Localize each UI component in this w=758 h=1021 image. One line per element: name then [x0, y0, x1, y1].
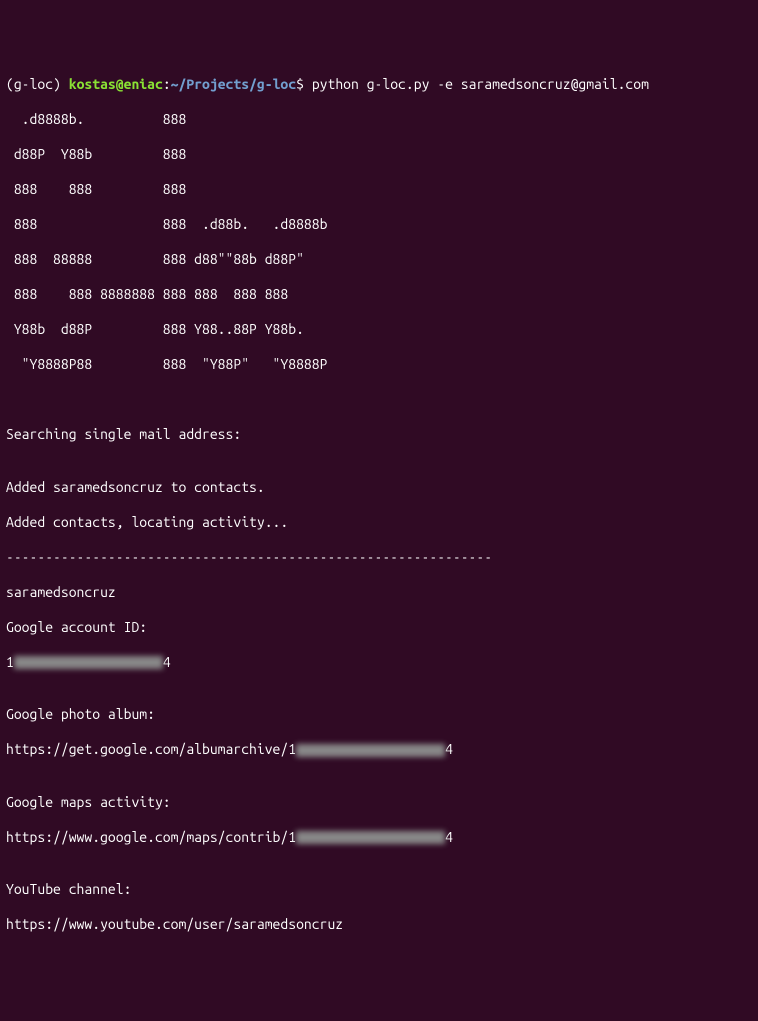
maps-url: https://www.google.com/maps/contrib/1XXX… [6, 829, 752, 847]
redacted-block: XXXXXXXXXXXXXXXXXXX [296, 744, 445, 757]
ascii-art-line: .d8888b. 888 [6, 111, 752, 129]
ascii-art-line: 888 888 8888888 888 888 888 888 [6, 286, 752, 304]
maps-url-prefix: https://www.google.com/maps/contrib/1 [6, 829, 296, 845]
searching-text: Searching single mail address: [6, 426, 752, 444]
photo-label: Google photo album: [6, 706, 752, 724]
prompt-userhost: kostas@eniac [69, 76, 163, 92]
prompt-colon: : [163, 76, 171, 92]
divider-line: ----------------------------------------… [6, 549, 752, 567]
prompt-dollar: $ [296, 76, 312, 92]
ascii-art-line: d88P Y88b 888 [6, 146, 752, 164]
account-id-value: 1XXXXXXXXXXXXXXXXXXX4 [6, 654, 752, 672]
prompt-env: (g-loc) [6, 76, 69, 92]
ascii-art-line: 888 888 888 [6, 181, 752, 199]
maps-url-suffix: 4 [445, 829, 453, 845]
prompt-path: ~/Projects/g-loc [171, 76, 296, 92]
added-contact-text: Added saramedsoncruz to contacts. [6, 479, 752, 497]
photo-url-prefix: https://get.google.com/albumarchive/1 [6, 741, 296, 757]
shell-prompt-line[interactable]: (g-loc) kostas@eniac:~/Projects/g-loc$ p… [6, 76, 752, 94]
account-id-suffix: 4 [163, 654, 171, 670]
prompt-command: python g-loc.py -e saramedsoncruz@gmail.… [312, 76, 649, 92]
locating-text: Added contacts, locating activity... [6, 514, 752, 532]
youtube-label: YouTube channel: [6, 881, 752, 899]
account-id-label: Google account ID: [6, 619, 752, 637]
ascii-art-line: 888 88888 888 d88""88b d88P" [6, 251, 752, 269]
redacted-block: XXXXXXXXXXXXXXXXXXX [14, 656, 163, 669]
ascii-art-line: 888 888 .d88b. .d8888b [6, 216, 752, 234]
redacted-block: XXXXXXXXXXXXXXXXXXX [296, 831, 445, 844]
ascii-art-line: Y88b d88P 888 Y88..88P Y88b. [6, 321, 752, 339]
ascii-art-line: "Y8888P88 888 "Y88P" "Y8888P [6, 356, 752, 374]
youtube-url: https://www.youtube.com/user/saramedsonc… [6, 916, 752, 934]
photo-url: https://get.google.com/albumarchive/1XXX… [6, 741, 752, 759]
photo-url-suffix: 4 [445, 741, 453, 757]
account-id-prefix: 1 [6, 654, 14, 670]
maps-label: Google maps activity: [6, 794, 752, 812]
username-text: saramedsoncruz [6, 584, 752, 602]
